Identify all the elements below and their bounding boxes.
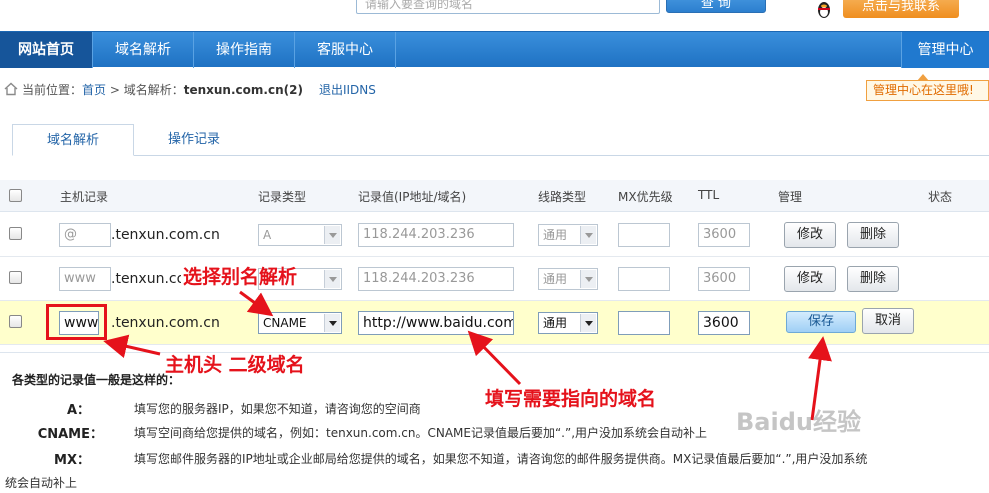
search-button[interactable]: 查 询 <box>666 0 766 13</box>
home-icon <box>4 82 18 96</box>
annotation-select-cname: 选择别名解析 <box>183 266 298 288</box>
nav-guide[interactable]: 操作指南 <box>194 32 294 68</box>
delete-button[interactable]: 删除 <box>847 222 899 248</box>
baidu-watermark: Baidu经验 <box>736 408 861 436</box>
table-row-editing: www .tenxun.com.cn CNAME http://www.baid… <box>0 301 989 345</box>
info-text-mx-cont: 统会自动补上 <box>5 476 78 490</box>
breadcrumb-prefix: 当前位置： <box>22 83 83 97</box>
info-title: 各类型的记录值一般是这样的： <box>12 373 181 387</box>
info-key-mx: MX： <box>54 453 90 468</box>
breadcrumb-current-domain: tenxun.com.cn(2) <box>183 83 303 97</box>
th-mx: MX优先级 <box>618 190 673 204</box>
th-ttl: TTL <box>698 188 720 202</box>
qq-penguin-icon <box>818 2 830 18</box>
select-all-checkbox[interactable] <box>9 189 22 202</box>
main-nav: 网站首页 域名解析 操作指南 客服中心 管理中心 <box>0 31 989 68</box>
delete-button[interactable]: 删除 <box>847 266 899 292</box>
info-text-cname: 填写空间商给您提供的域名，例如：tenxun.com.cn。CNAME记录值最后… <box>134 426 708 440</box>
th-status: 状态 <box>928 190 953 204</box>
ttl-input[interactable]: 3600 <box>698 311 750 335</box>
domain-suffix: .tenxun.com.cn <box>111 315 220 331</box>
record-value-input[interactable]: 118.244.203.236 <box>358 223 514 247</box>
domain-suffix: .tenxun.com.cn <box>111 271 181 287</box>
th-value: 记录值(IP地址/域名) <box>358 190 467 204</box>
chevron-down-icon <box>324 270 340 288</box>
line-type-select[interactable]: 通用 <box>538 268 598 290</box>
chevron-down-icon <box>580 270 596 288</box>
record-value-input[interactable]: http://www.baidu.com <box>358 311 514 335</box>
chevron-down-icon <box>580 314 596 332</box>
domain-suffix: .tenxun.com.cn <box>111 227 220 243</box>
record-value-input[interactable]: 118.244.203.236 <box>358 267 514 291</box>
nav-service[interactable]: 客服中心 <box>295 32 395 68</box>
mx-priority-input[interactable] <box>618 267 670 291</box>
mx-priority-input[interactable] <box>618 223 670 247</box>
cancel-button[interactable]: 取消 <box>862 308 914 334</box>
info-text-a: 填写您的服务器IP，如果您不知道，请咨询您的空间商 <box>134 402 421 416</box>
nav-manage-center[interactable]: 管理中心 <box>901 32 989 68</box>
line-type-value: 通用 <box>543 316 568 330</box>
row-checkbox[interactable] <box>9 271 22 284</box>
th-line: 线路类型 <box>538 190 587 204</box>
ttl-input[interactable]: 3600 <box>698 223 750 247</box>
record-type-value: A <box>263 228 272 242</box>
host-input[interactable]: www <box>59 267 111 291</box>
breadcrumb-current-label: 域名解析： <box>123 83 184 97</box>
domain-search-input[interactable]: 请输入要查询的域名 <box>356 0 660 14</box>
row-checkbox[interactable] <box>9 227 22 240</box>
ttl-input[interactable]: 3600 <box>698 267 750 291</box>
table-row: www .tenxun.com.cn 118.244.203.236 通用 36… <box>0 257 989 301</box>
line-type-value: 通用 <box>543 228 568 242</box>
annotation-host-label: 主机头 二级域名 <box>165 354 305 376</box>
save-button[interactable]: 保存 <box>786 311 856 333</box>
line-type-value: 通用 <box>543 272 568 286</box>
info-key-cname: CNAME： <box>37 427 103 442</box>
breadcrumb-home-link[interactable]: 首页 <box>82 83 106 97</box>
th-manage: 管理 <box>778 190 803 204</box>
mx-priority-input[interactable] <box>618 311 670 335</box>
record-type-select[interactable]: CNAME <box>258 312 342 334</box>
edit-button[interactable]: 修改 <box>784 222 836 248</box>
nav-dns[interactable]: 域名解析 <box>93 32 193 68</box>
tab-dns-records[interactable]: 域名解析 <box>12 124 134 156</box>
info-key-a: A： <box>66 403 90 418</box>
line-type-select[interactable]: 通用 <box>538 312 598 334</box>
records-table-header: 主机记录 记录类型 记录值(IP地址/域名) 线路类型 MX优先级 TTL 管理… <box>0 180 989 212</box>
info-text-mx: 填写您邮件服务器的IP地址或企业邮局给您提供的域名，如果您不知道，请咨询您的邮件… <box>134 452 868 466</box>
annotation-fill-domain: 填写需要指向的域名 <box>485 388 657 410</box>
exit-iidns-link[interactable]: 退出IIDNS <box>319 83 376 97</box>
edit-button[interactable]: 修改 <box>784 266 836 292</box>
host-input[interactable]: @ <box>59 223 111 247</box>
breadcrumb-sep: > <box>106 83 124 97</box>
contact-me-button[interactable]: 点击与我联系 <box>843 0 959 18</box>
row-checkbox[interactable] <box>9 315 22 328</box>
record-type-value: CNAME <box>263 316 307 330</box>
th-type: 记录类型 <box>258 190 307 204</box>
host-highlight-box <box>46 304 107 340</box>
manage-center-tip: 管理中心在这里哦! <box>866 74 989 101</box>
chevron-down-icon <box>324 226 340 244</box>
top-strip: 请输入要查询的域名 查 询 点击与我联系 <box>0 0 989 26</box>
line-type-select[interactable]: 通用 <box>538 224 598 246</box>
table-row: @ .tenxun.com.cn A 118.244.203.236 通用 36… <box>0 213 989 257</box>
breadcrumb: 当前位置：首页 > 域名解析：tenxun.com.cn(2) 退出IIDNS <box>4 81 376 99</box>
tab-operation-log[interactable]: 操作记录 <box>134 124 254 156</box>
th-host: 主机记录 <box>60 190 109 204</box>
chevron-down-icon <box>580 226 596 244</box>
nav-home[interactable]: 网站首页 <box>0 32 92 68</box>
record-type-select[interactable]: A <box>258 224 342 246</box>
chevron-down-icon <box>324 314 340 332</box>
